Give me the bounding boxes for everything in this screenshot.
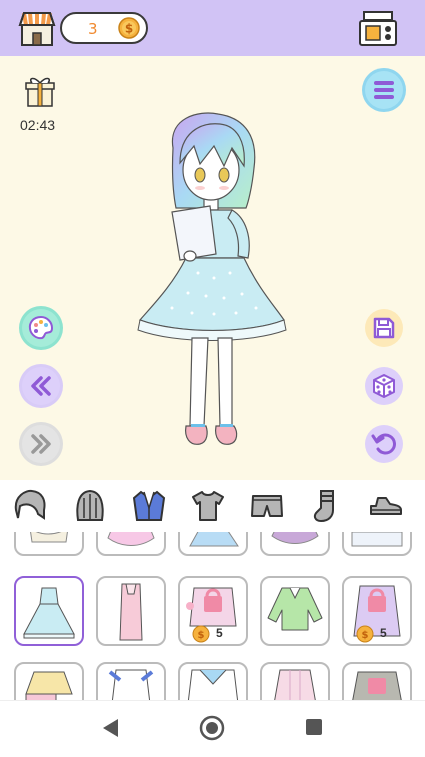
coin-icon: $ (356, 625, 374, 643)
item-blue-dress[interactable] (178, 532, 248, 556)
item-white-top[interactable] (342, 532, 412, 556)
item-pink-skirt[interactable] (96, 532, 166, 556)
home-nav-icon[interactable] (199, 715, 225, 741)
dice-icon (365, 367, 403, 405)
coin-icon: $ (192, 625, 210, 643)
coin-icon: $ (118, 17, 140, 39)
category-bar (0, 480, 425, 532)
top-bar: 3 $ (0, 0, 425, 56)
item-pink-longdress[interactable] (96, 576, 166, 646)
rewind-button[interactable] (19, 364, 63, 408)
item-sailor-top[interactable] (178, 662, 248, 700)
save-button[interactable] (362, 306, 406, 350)
svg-text:$: $ (198, 630, 205, 641)
price-tag: $ 5 (192, 625, 236, 643)
shoe-icon[interactable] (368, 488, 404, 524)
sock-icon[interactable] (309, 488, 345, 524)
shirt-icon[interactable] (190, 488, 226, 524)
svg-text:$: $ (362, 630, 369, 641)
hair-icon[interactable] (12, 488, 48, 524)
price-tag: $ 5 (356, 625, 400, 643)
undo-button[interactable] (362, 422, 406, 466)
price-value: 5 (216, 626, 223, 640)
lock-icon (204, 596, 222, 612)
item-gray-hoodie-locked[interactable] (342, 662, 412, 700)
menu-button[interactable] (362, 68, 406, 112)
item-grid: $ 5 $ 5 (0, 532, 425, 700)
system-nav-bar (0, 700, 425, 757)
coin-count: 3 (88, 20, 98, 38)
back-hair-icon[interactable] (72, 488, 108, 524)
forward-icon (22, 425, 60, 463)
palette-icon (22, 309, 60, 347)
undo-icon (365, 425, 403, 463)
recents-nav-icon[interactable] (305, 718, 323, 736)
forward-button[interactable] (19, 422, 63, 466)
save-icon (365, 309, 403, 347)
jacket-icon[interactable] (131, 488, 167, 524)
item-pink-cardigan-locked[interactable]: $ 5 (178, 576, 248, 646)
item-lavender-dress-locked[interactable]: $ 5 (342, 576, 412, 646)
item-apron[interactable] (96, 662, 166, 700)
gift-icon[interactable] (24, 74, 56, 108)
coin-symbol: $ (125, 22, 133, 36)
price-value: 5 (380, 626, 387, 640)
kitchen-icon[interactable] (358, 9, 398, 47)
character (137, 112, 287, 445)
item-green-sweater[interactable] (260, 576, 330, 646)
coin-counter[interactable]: 3 $ (60, 12, 148, 44)
menu-icon (365, 71, 403, 109)
gift-timer: 02:43 (20, 117, 56, 133)
shop-icon[interactable] (18, 9, 56, 47)
item-purple-dress[interactable] (260, 532, 330, 556)
lock-icon (368, 596, 386, 612)
item-mint-dress[interactable] (14, 576, 84, 646)
shorts-icon[interactable] (249, 488, 285, 524)
item-striped-top[interactable] (260, 662, 330, 700)
rewind-icon (22, 367, 60, 405)
lock-icon (368, 678, 386, 694)
random-button[interactable] (362, 364, 406, 408)
palette-button[interactable] (19, 306, 63, 350)
item-yellow-top[interactable] (14, 662, 84, 700)
back-nav-icon[interactable] (100, 717, 120, 739)
item-top-1[interactable] (14, 532, 84, 556)
